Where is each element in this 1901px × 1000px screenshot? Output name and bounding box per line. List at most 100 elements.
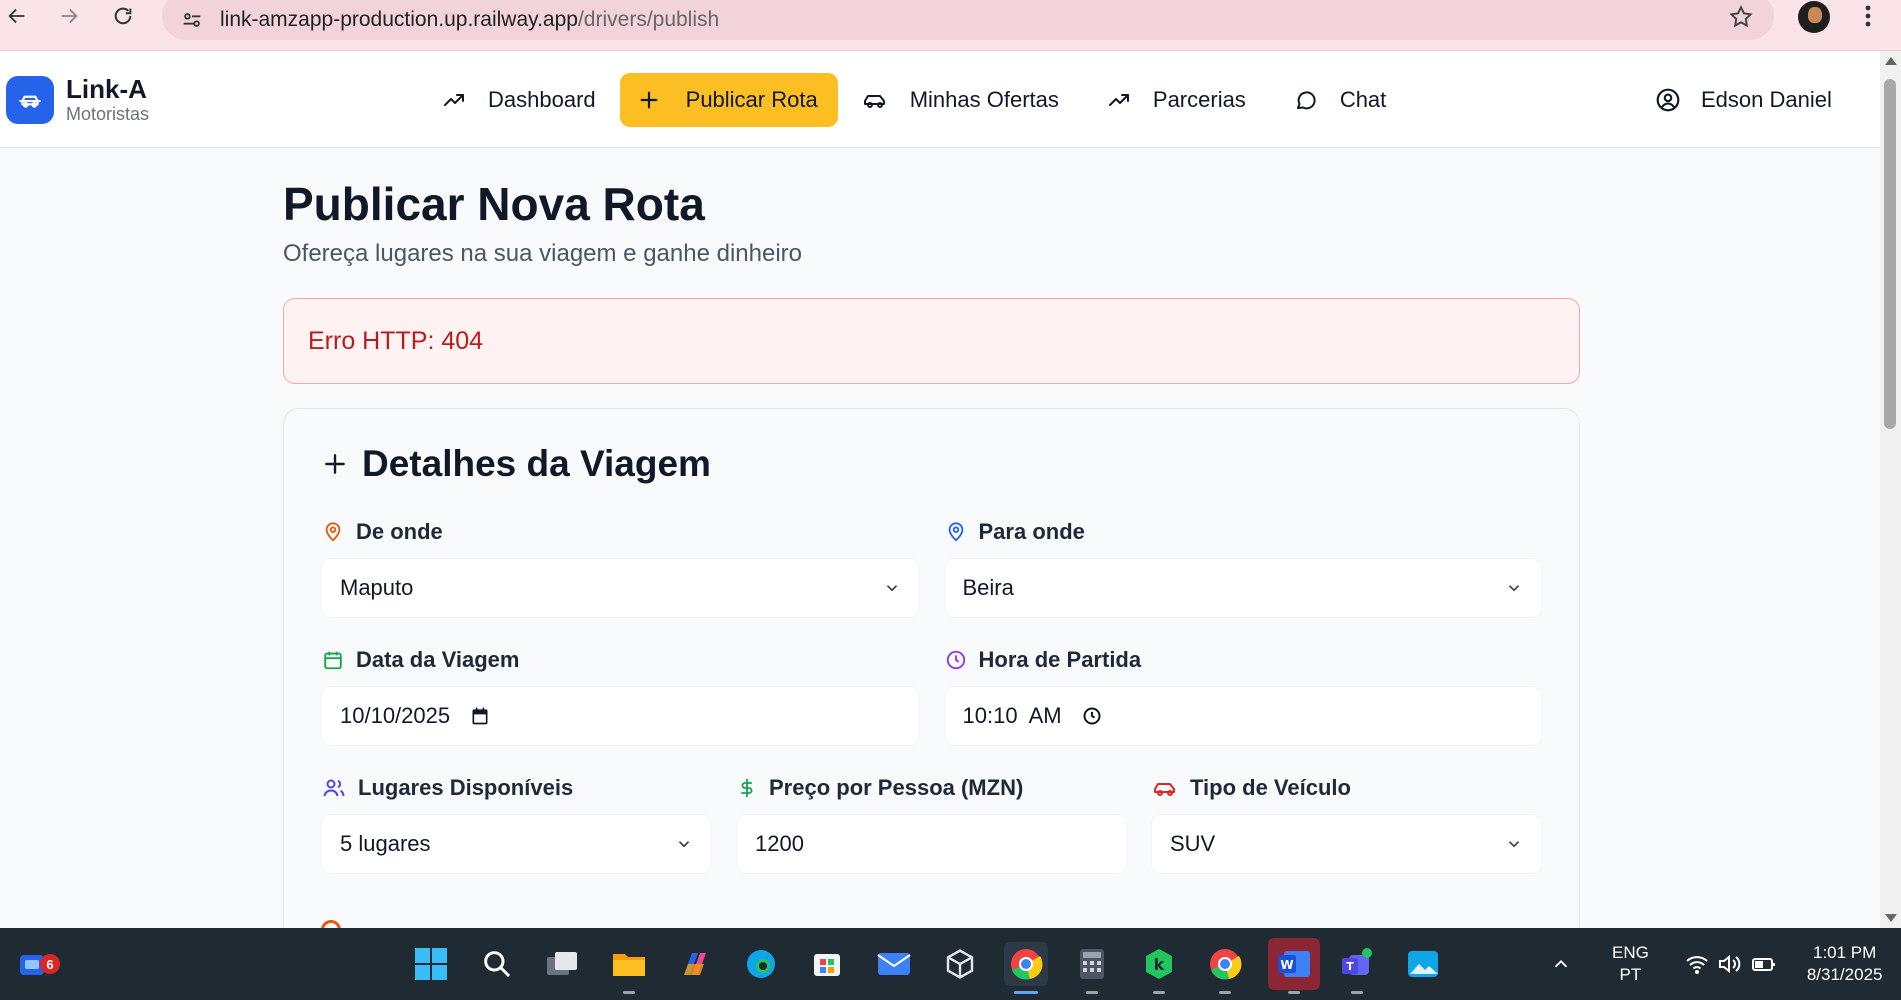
price-field: Preço por Pessoa (MZN) 1200 xyxy=(737,775,1126,873)
outlook-icon[interactable]: 6 xyxy=(10,942,60,986)
user-circle-icon xyxy=(1656,88,1680,112)
file-explorer-icon[interactable] xyxy=(607,942,651,994)
trending-up-icon xyxy=(444,94,464,106)
card-title: Detalhes da Viagem xyxy=(322,443,1541,485)
vehicle-field: Tipo de Veículo SUV xyxy=(1152,775,1541,873)
cube-app-icon[interactable] xyxy=(938,942,982,986)
word-icon[interactable]: W xyxy=(1268,938,1320,994)
dollar-sign-icon xyxy=(741,778,753,798)
nav-dashboard-label: Dashboard xyxy=(488,87,596,112)
chevron-down-icon xyxy=(1508,585,1520,592)
edge-icon[interactable] xyxy=(739,942,783,986)
kaspersky-icon[interactable]: k xyxy=(1137,942,1181,994)
map-pin-icon xyxy=(325,522,341,542)
chevron-down-icon xyxy=(678,841,690,848)
forward-button[interactable] xyxy=(42,0,96,41)
volume-icon[interactable] xyxy=(1717,952,1743,976)
calendar-picker-icon[interactable] xyxy=(470,706,490,726)
time-picker-icon[interactable] xyxy=(1082,706,1102,726)
user-name: Edson Daniel xyxy=(1701,87,1832,112)
system-tray: ENG PT 1:01 PM 8/31/2025 xyxy=(1550,928,1882,1000)
to-value: Beira xyxy=(962,575,1014,600)
reload-button[interactable] xyxy=(96,0,150,41)
nav-publicar-rota[interactable]: Publicar Rota xyxy=(619,73,838,127)
time-label: Hora de Partida xyxy=(978,647,1142,672)
url-host: link-amzapp-production.up.railway.app xyxy=(220,8,578,31)
user-menu[interactable]: Edson Daniel xyxy=(1655,87,1832,113)
microsoft-store-icon[interactable] xyxy=(805,942,849,986)
nav-minhas-ofertas[interactable]: Minhas Ofertas xyxy=(838,73,1083,127)
date-input[interactable]: 10/10/2025 xyxy=(322,687,919,745)
back-button[interactable] xyxy=(0,0,44,41)
date-field: Data da Viagem 10/10/2025 xyxy=(322,647,919,745)
scroll-thumb[interactable] xyxy=(1884,79,1896,429)
brand-name: Link-A xyxy=(66,74,147,104)
wifi-icon[interactable] xyxy=(1685,952,1709,976)
site-settings-icon[interactable] xyxy=(178,6,206,34)
mail-icon[interactable] xyxy=(872,942,916,986)
seats-select[interactable]: 5 lugares xyxy=(322,815,711,873)
nav-publicar-rota-label: Publicar Rota xyxy=(685,87,818,112)
calculator-icon[interactable] xyxy=(1070,942,1114,994)
time-value: 10:10 AM xyxy=(962,703,1062,728)
nav-chat[interactable]: Chat xyxy=(1270,73,1410,127)
nav-parcerias[interactable]: Parcerias xyxy=(1083,73,1270,127)
chrome-icon[interactable] xyxy=(1004,942,1048,994)
from-select[interactable]: Maputo xyxy=(322,559,919,617)
profile-avatar[interactable] xyxy=(1798,1,1830,33)
arrow-left-icon xyxy=(8,8,25,23)
address-bar[interactable]: link-amzapp-production.up.railway.app/dr… xyxy=(162,0,1774,40)
photos-icon[interactable] xyxy=(1401,942,1445,986)
chevron-down-icon xyxy=(886,585,897,592)
search-icon[interactable] xyxy=(475,942,519,986)
battery-icon[interactable] xyxy=(1751,952,1777,976)
language-indicator[interactable]: ENG PT xyxy=(1612,942,1649,986)
map-pin-icon xyxy=(948,522,963,542)
main-nav: Dashboard Publicar Rota Minhas Ofertas P… xyxy=(418,73,1410,127)
car-icon xyxy=(863,95,885,108)
time-input[interactable]: 10:10 AM xyxy=(944,687,1541,745)
from-label: De onde xyxy=(356,519,443,544)
car-logo-icon xyxy=(6,76,54,124)
brand[interactable]: Link-A Motoristas xyxy=(6,75,149,125)
to-select[interactable]: Beira xyxy=(944,559,1541,617)
seats-field: Lugares Disponíveis 5 lugares xyxy=(322,775,711,873)
copilot-icon[interactable] xyxy=(673,942,717,986)
price-value: 1200 xyxy=(755,831,804,856)
brand-subtitle: Motoristas xyxy=(66,104,150,124)
seats-label: Lugares Disponíveis xyxy=(358,775,574,800)
error-alert: Erro HTTP: 404 xyxy=(283,298,1580,384)
main-content: Publicar Nova Rota Ofereça lugares na su… xyxy=(283,148,1580,968)
chrome-profile-icon[interactable] xyxy=(1203,942,1247,994)
chevron-up-icon[interactable] xyxy=(1550,953,1572,975)
language-bottom: PT xyxy=(1619,965,1642,984)
chat-bubble-icon xyxy=(1296,91,1316,110)
vehicle-select[interactable]: SUV xyxy=(1152,815,1541,873)
page-scrollbar[interactable] xyxy=(1880,51,1901,928)
scroll-down-arrow-icon[interactable] xyxy=(1885,914,1897,922)
teams-icon[interactable]: T xyxy=(1335,942,1379,994)
task-view-icon[interactable] xyxy=(540,942,584,986)
browser-menu-icon[interactable] xyxy=(1858,4,1878,33)
nav-dashboard[interactable]: Dashboard xyxy=(418,73,620,127)
url-path: /drivers/publish xyxy=(577,8,720,31)
plus-icon xyxy=(640,91,658,109)
clock-time: 1:01 PM xyxy=(1813,943,1877,962)
bookmark-star-icon[interactable] xyxy=(1728,4,1754,35)
scroll-up-arrow-icon[interactable] xyxy=(1885,57,1897,65)
to-field: Para onde Beira xyxy=(944,519,1541,617)
clock-icon xyxy=(946,650,965,670)
to-label: Para onde xyxy=(978,519,1085,544)
reload-icon xyxy=(114,7,132,24)
time-field: Hora de Partida 10:10 AM xyxy=(944,647,1541,745)
calendar-icon xyxy=(324,651,342,670)
car-icon xyxy=(1154,783,1175,796)
from-value: Maputo xyxy=(340,575,414,600)
nav-chat-label: Chat xyxy=(1339,87,1387,112)
clock[interactable]: 1:01 PM 8/31/2025 xyxy=(1807,942,1883,986)
notification-badge: 6 xyxy=(40,954,60,974)
map-pin-icon xyxy=(321,920,343,928)
windows-start-icon[interactable] xyxy=(409,942,453,986)
price-input[interactable]: 1200 xyxy=(737,815,1126,873)
nav-minhas-ofertas-label: Minhas Ofertas xyxy=(909,87,1059,112)
